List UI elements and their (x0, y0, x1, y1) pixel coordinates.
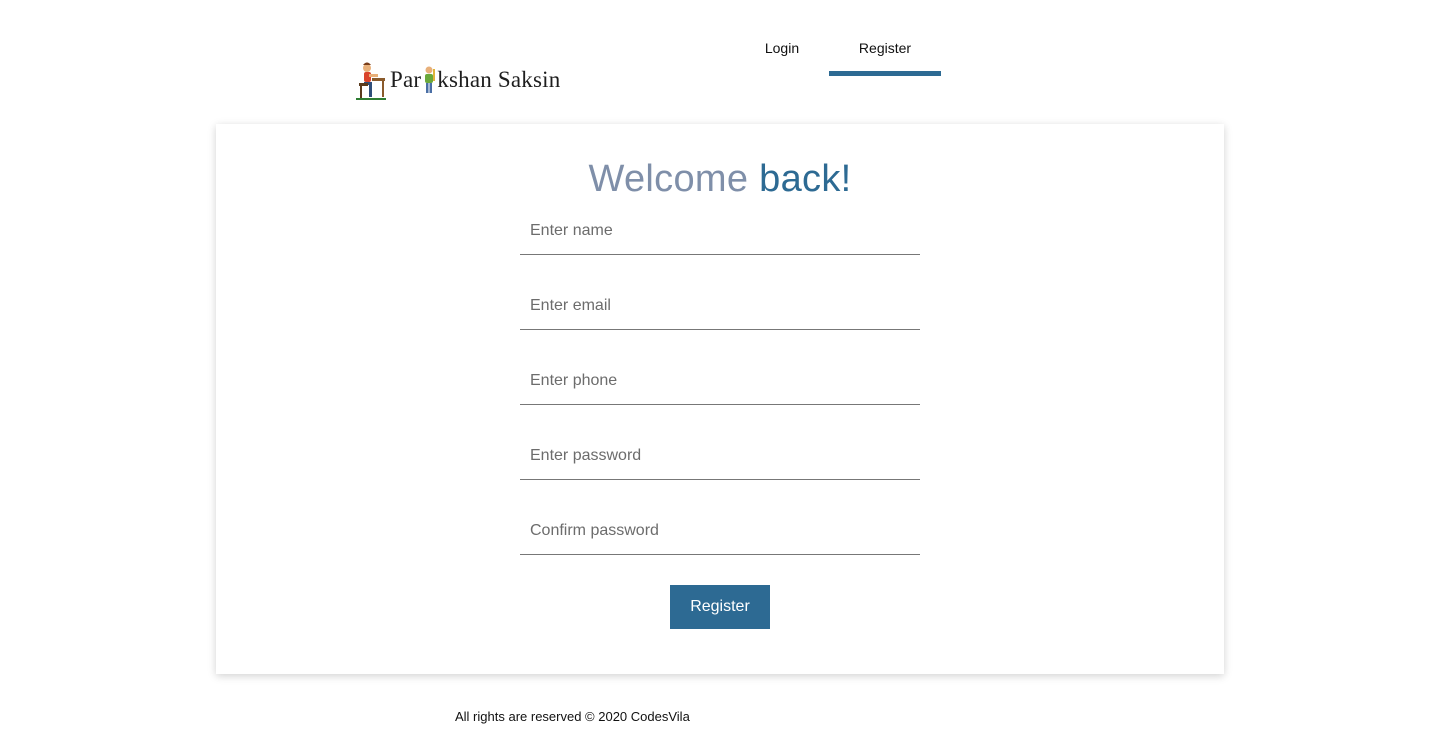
password-field[interactable] (520, 432, 920, 480)
email-field[interactable] (520, 282, 920, 330)
logo-wordmark: Par kshan Saksin (390, 65, 560, 95)
kid-mascot-icon (425, 66, 436, 93)
logo-text-end: kshan Saksin (437, 67, 561, 92)
tab-register[interactable]: Register (829, 32, 941, 76)
page-title: Welcome back! (216, 158, 1224, 201)
register-button[interactable]: Register (670, 585, 770, 629)
confirm-password-field[interactable] (520, 507, 920, 555)
title-part-1: Welcome (588, 158, 749, 200)
page: Par kshan Saksin Login Register Welcome … (0, 0, 1440, 737)
footer-copyright: All rights are reserved © 2020 CodesVila (455, 709, 690, 724)
register-card: Welcome back! Register (216, 124, 1224, 674)
name-field[interactable] (520, 207, 920, 255)
student-desk-icon (356, 62, 386, 100)
title-part-2: back! (759, 158, 852, 200)
phone-field[interactable] (520, 357, 920, 405)
logo-text-start: Par (390, 67, 422, 92)
auth-tabs: Login Register (735, 32, 941, 76)
tab-login[interactable]: Login (735, 32, 829, 76)
site-logo[interactable]: Par kshan Saksin (356, 58, 560, 102)
